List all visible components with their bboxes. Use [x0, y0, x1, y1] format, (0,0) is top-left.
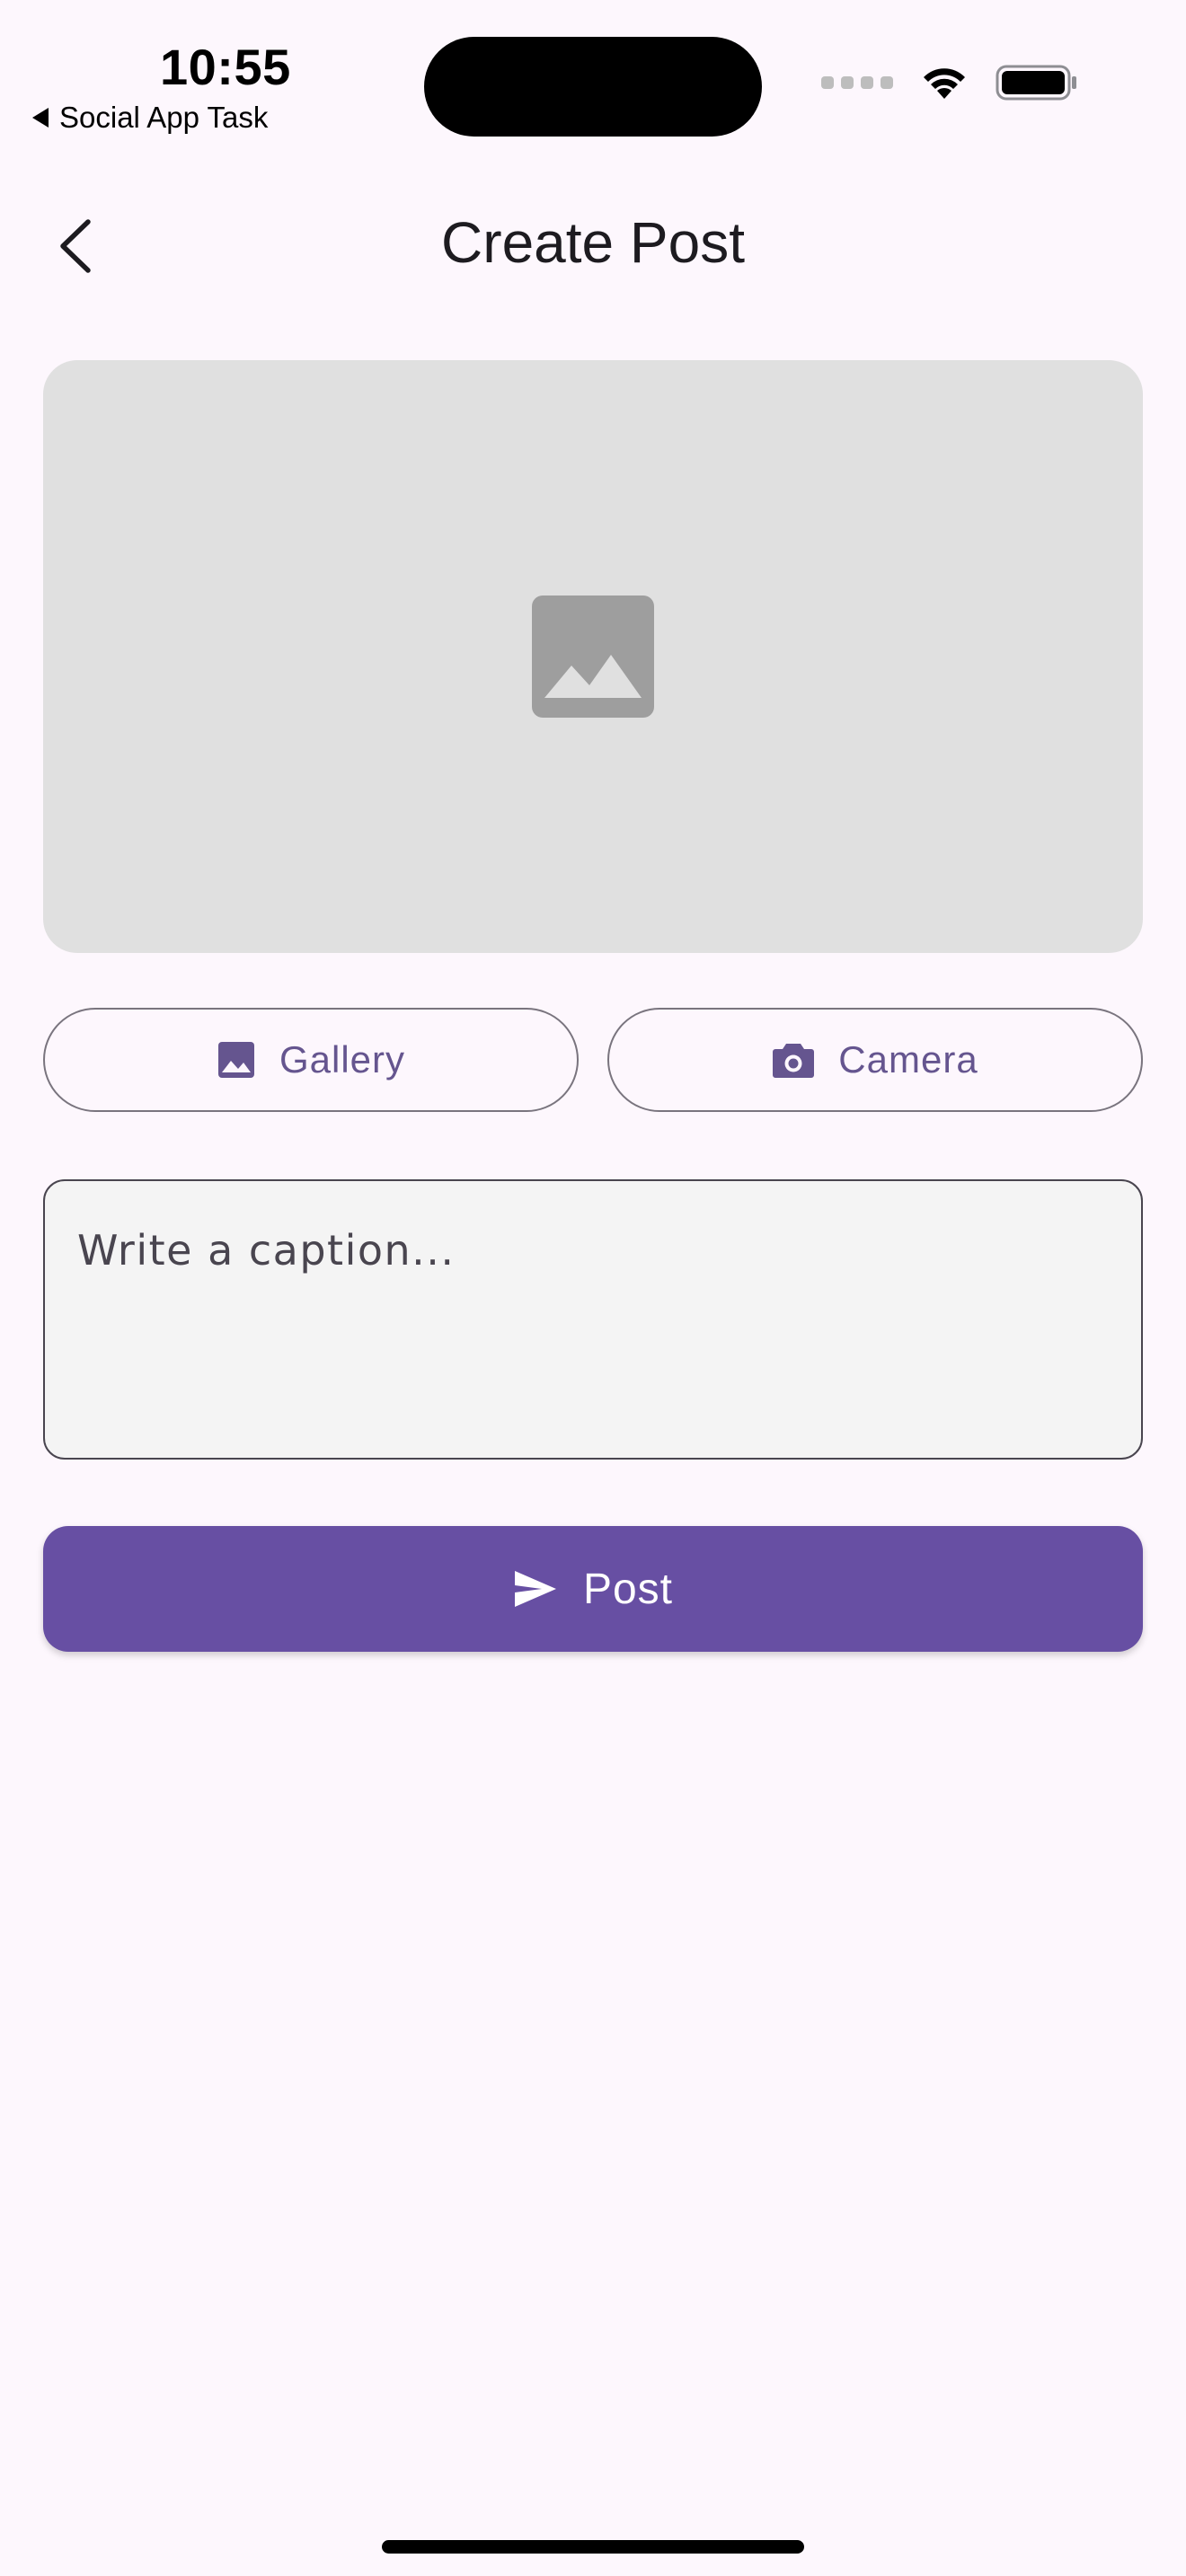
image-preview[interactable] — [43, 360, 1143, 953]
image-icon — [217, 1042, 254, 1078]
camera-icon — [773, 1044, 815, 1078]
camera-label: Camera — [838, 1038, 978, 1081]
image-placeholder-icon — [532, 595, 654, 718]
page-title: Create Post — [441, 210, 745, 275]
caption-input[interactable] — [77, 1226, 1109, 1413]
status-icons — [821, 63, 1078, 102]
send-icon — [514, 1571, 556, 1607]
back-to-app-link[interactable]: Social App Task — [32, 101, 268, 135]
post-button[interactable]: Post — [43, 1526, 1143, 1652]
wifi-icon — [918, 63, 970, 102]
home-indicator[interactable] — [382, 2540, 804, 2554]
dynamic-island — [424, 37, 762, 137]
app-bar: Create Post — [0, 189, 1186, 296]
caption-field-container — [43, 1179, 1143, 1460]
gallery-button[interactable]: Gallery — [43, 1008, 579, 1112]
status-time: 10:55 — [160, 39, 291, 95]
cellular-signal-icon — [821, 76, 893, 89]
image-source-buttons: Gallery Camera — [43, 1008, 1143, 1116]
back-app-label: Social App Task — [59, 101, 269, 134]
back-triangle-icon — [32, 108, 49, 128]
post-label: Post — [582, 1565, 674, 1613]
battery-icon — [996, 63, 1078, 102]
gallery-label: Gallery — [279, 1038, 406, 1081]
status-bar: 10:55 Social App Task — [0, 0, 1186, 153]
camera-button[interactable]: Camera — [607, 1008, 1143, 1112]
create-post-screen: 10:55 Social App Task Create Post Galler… — [0, 0, 1186, 2576]
